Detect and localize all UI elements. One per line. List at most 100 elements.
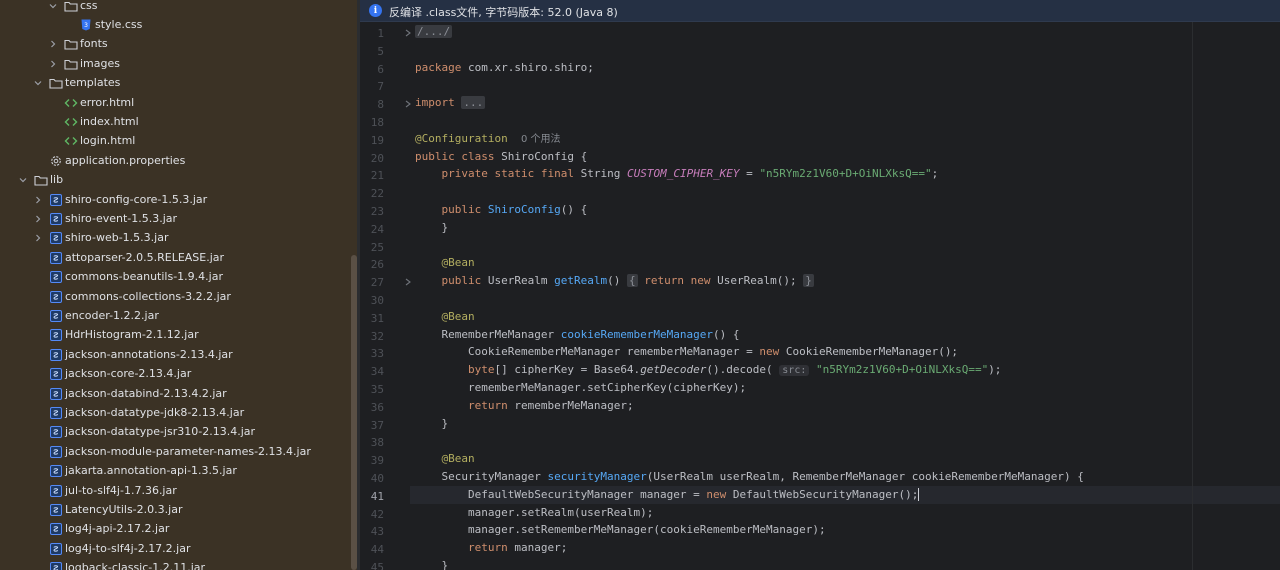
tree-item[interactable]: jackson-core-2.13.4.jar — [0, 364, 350, 383]
code-line[interactable]: public class ShiroConfig { — [415, 148, 587, 166]
folder-icon — [64, 0, 78, 13]
tree-item[interactable]: shiro-config-core-1.5.3.jar — [0, 190, 350, 209]
code-line[interactable]: @Configuration 0 个用法 — [415, 130, 561, 148]
tree-item[interactable]: lib — [0, 170, 350, 189]
code-line[interactable]: byte[] cipherKey = Base64.getDecoder().d… — [415, 361, 1001, 379]
code-line[interactable]: RememberMeManager cookieRememberMeManage… — [415, 326, 739, 344]
chevron-down-icon[interactable] — [17, 174, 29, 186]
tree-item-label: LatencyUtils-2.0.3.jar — [65, 502, 183, 516]
tree-item[interactable]: attoparser-2.0.5.RELEASE.jar — [0, 248, 350, 267]
fold-chevron-icon[interactable] — [404, 28, 412, 41]
code-line[interactable]: public UserRealm getRealm() { return new… — [415, 272, 814, 290]
folder-icon — [64, 57, 78, 71]
fold-chevron-icon[interactable] — [404, 99, 412, 112]
tree-item-label: jackson-module-parameter-names-2.13.4.ja… — [65, 444, 311, 458]
code-token: "n5RYm2z1V60+D+OiNLXksQ==" — [759, 167, 932, 181]
code-token: new — [706, 487, 727, 501]
tree-item[interactable]: jackson-datatype-jdk8-2.13.4.jar — [0, 403, 350, 422]
code-token: rememberMeManager; — [507, 398, 634, 412]
chevron-down-icon[interactable] — [32, 77, 44, 89]
tree-item-label: application.properties — [65, 153, 186, 167]
tree-item-label: jackson-datatype-jdk8-2.13.4.jar — [65, 405, 245, 419]
code-line[interactable]: package com.xr.shiro.shiro; — [415, 59, 594, 77]
folded-region[interactable]: /.../ — [415, 25, 453, 38]
tree-item-label: log4j-to-slf4j-2.17.2.jar — [65, 541, 191, 555]
code-line[interactable]: private static final String CUSTOM_CIPHE… — [415, 165, 939, 183]
code-line[interactable]: import ... — [415, 94, 486, 112]
code-line[interactable]: public ShiroConfig() { — [415, 201, 588, 219]
line-number: 22 — [370, 187, 384, 201]
line-number: 39 — [370, 454, 384, 468]
tree-item[interactable]: 3 style.css — [0, 15, 350, 34]
folded-region[interactable]: ... — [461, 96, 486, 110]
css-file-icon: 3 — [79, 18, 93, 32]
tree-item[interactable]: encoder-1.2.2.jar — [0, 306, 350, 325]
tree-item[interactable]: log4j-api-2.17.2.jar — [0, 519, 350, 538]
tree-item[interactable]: application.properties — [0, 151, 350, 170]
tree-item[interactable]: jul-to-slf4j-1.7.36.jar — [0, 481, 350, 500]
chevron-right-icon[interactable] — [47, 58, 59, 70]
code-line[interactable]: /.../ — [415, 23, 453, 41]
tree-item[interactable]: jackson-databind-2.13.4.2.jar — [0, 384, 350, 403]
folded-region[interactable]: } — [803, 274, 814, 288]
tree-item[interactable]: templates — [0, 73, 350, 92]
tree-item[interactable]: css — [0, 0, 350, 15]
code-line[interactable]: } — [415, 415, 448, 433]
tree-item[interactable]: login.html — [0, 131, 350, 150]
code-line[interactable]: CookieRememberMeManager rememberMeManage… — [415, 343, 958, 361]
tree-item-label: jakarta.annotation-api-1.3.5.jar — [65, 464, 237, 478]
tree-item[interactable]: commons-collections-3.2.2.jar — [0, 287, 350, 306]
usage-hint: 0 个用法 — [520, 133, 561, 145]
code-token: [] cipherKey = Base64. — [494, 363, 641, 377]
tree-item[interactable]: logback-classic-1.2.11.jar — [0, 558, 350, 570]
tree-item[interactable]: error.html — [0, 93, 350, 112]
line-number: 1 — [377, 27, 384, 40]
chevron-right-icon[interactable] — [47, 38, 59, 50]
jar-archive-icon — [49, 561, 63, 570]
code-line[interactable]: @Bean — [415, 254, 475, 272]
tree-item[interactable]: jakarta.annotation-api-1.3.5.jar — [0, 461, 350, 480]
code-line[interactable]: @Bean — [415, 450, 475, 468]
code-token: return — [467, 398, 508, 412]
code-token: package — [415, 60, 462, 74]
fold-chevron-icon[interactable] — [404, 277, 412, 290]
jar-archive-icon — [49, 425, 63, 439]
code-line[interactable]: } — [415, 219, 448, 237]
code-line[interactable]: manager.setRememberMeManager(cookieRemem… — [415, 521, 826, 539]
code-line[interactable]: manager.setRealm(userRealm); — [415, 504, 653, 522]
tree-item[interactable]: shiro-web-1.5.3.jar — [0, 228, 350, 247]
code-token: private — [441, 167, 488, 181]
code-line[interactable]: @Bean — [415, 308, 475, 326]
chevron-right-icon[interactable] — [32, 213, 44, 225]
tree-item[interactable]: jackson-module-parameter-names-2.13.4.ja… — [0, 442, 350, 461]
code-editor[interactable]: i 反编译 .class文件, 字节码版本: 52.0 (Java 8) 1 5 6… — [360, 0, 1280, 570]
tree-item[interactable]: shiro-event-1.5.3.jar — [0, 209, 350, 228]
html-file-icon — [64, 96, 78, 110]
tree-item[interactable]: commons-beanutils-1.9.4.jar — [0, 267, 350, 286]
tree-item[interactable]: index.html — [0, 112, 350, 131]
chevron-right-icon[interactable] — [32, 232, 44, 244]
code-line[interactable]: return rememberMeManager; — [415, 397, 634, 415]
folded-region[interactable]: { — [626, 274, 638, 288]
chevron-right-icon[interactable] — [32, 194, 44, 206]
code-token: manager.setRememberMeManager(cookieRemem… — [415, 523, 826, 537]
tree-item-label: css — [80, 0, 98, 12]
tree-item[interactable]: HdrHistogram-2.1.12.jar — [0, 325, 350, 344]
tree-item[interactable]: jackson-datatype-jsr310-2.13.4.jar — [0, 422, 350, 441]
code-line[interactable]: return manager; — [415, 539, 567, 557]
code-line[interactable]: DefaultWebSecurityManager manager = new … — [415, 486, 920, 504]
tree-item[interactable]: images — [0, 54, 350, 73]
tree-item-label: log4j-api-2.17.2.jar — [65, 522, 170, 536]
tree-item-label: shiro-config-core-1.5.3.jar — [65, 192, 208, 206]
tree-item[interactable]: jackson-annotations-2.13.4.jar — [0, 345, 350, 364]
code-line[interactable]: rememberMeManager.setCipherKey(cipherKey… — [415, 379, 746, 397]
tree-item[interactable]: LatencyUtils-2.0.3.jar — [0, 500, 350, 519]
code-line[interactable]: } — [415, 557, 448, 570]
tree-item[interactable]: log4j-to-slf4j-2.17.2.jar — [0, 539, 350, 558]
tree-item[interactable]: fonts — [0, 34, 350, 53]
code-line[interactable]: SecurityManager securityManager(UserReal… — [415, 468, 1083, 486]
chevron-down-icon[interactable] — [47, 0, 59, 12]
